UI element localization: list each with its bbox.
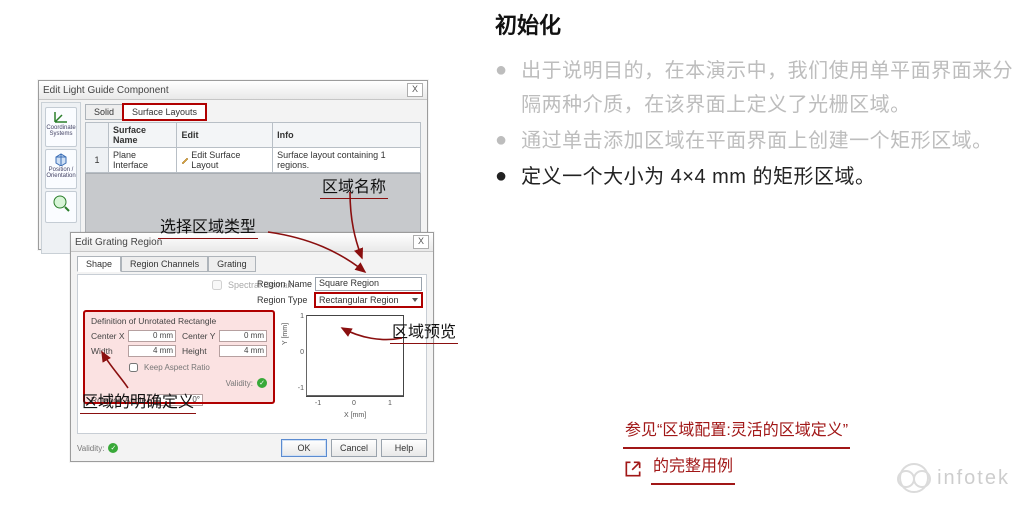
tab-solid[interactable]: Solid xyxy=(85,104,123,120)
article: 初始化 ● 出于说明目的，在本演示中，我们使用单平面界面来分隔两种介质，在该界面… xyxy=(495,8,1015,196)
dlg1-tabs: Solid Surface Layouts xyxy=(85,104,206,120)
ytick-n1: -1 xyxy=(290,385,304,392)
region-type-value: Rectangular Region xyxy=(319,295,399,305)
bullet-3-text: 定义一个大小为 4×4 mm 的矩形区域。 xyxy=(521,160,875,194)
col-surface-name[interactable]: Surface Name xyxy=(109,123,177,148)
callout-explicit-definition: 区域的明确定义 xyxy=(80,388,196,412)
tab-shape[interactable]: Shape xyxy=(77,256,121,272)
sidebar-coordinate-systems-button[interactable]: Coordinate Systems xyxy=(45,107,77,147)
center-x-label: Center X xyxy=(91,331,125,341)
keep-aspect-input[interactable] xyxy=(129,363,138,372)
watermark: infotek xyxy=(899,463,1010,493)
dlg2-title: Edit Grating Region xyxy=(75,237,162,248)
callout-region-name: 区域名称 xyxy=(320,173,388,197)
bullet-2: ● 通过单击添加区域在平面界面上创建一个矩形区域。 xyxy=(495,124,1015,158)
help-button[interactable]: Help xyxy=(381,439,427,457)
keep-aspect-ratio-checkbox[interactable]: Keep Aspect Ratio xyxy=(125,360,267,375)
sidebar-search-button[interactable] xyxy=(45,191,77,223)
dlg2-validity-label: Validity: xyxy=(77,444,104,453)
region-name-field[interactable]: Square Region xyxy=(315,277,422,291)
preview-xlabel: X [mm] xyxy=(344,412,366,419)
screenshot-composite: Edit Light Guide Component X Coordinate … xyxy=(10,80,480,490)
tab-grating[interactable]: Grating xyxy=(208,256,256,272)
bullet-2-text: 通过单击添加区域在平面界面上创建一个矩形区域。 xyxy=(521,124,993,158)
bullet-dot-icon: ● xyxy=(495,160,507,194)
height-field[interactable]: 4 mm xyxy=(219,345,267,357)
ok-button[interactable]: OK xyxy=(281,439,327,457)
chevron-down-icon xyxy=(412,298,418,302)
cancel-button[interactable]: Cancel xyxy=(331,439,377,457)
bullet-1: ● 出于说明目的，在本演示中，我们使用单平面界面来分隔两种介质，在该界面上定义了… xyxy=(495,54,1015,122)
region-id-form: Region Name Square Region Region Type Re… xyxy=(257,277,422,309)
row-edit-label: Edit Surface Layout xyxy=(191,150,268,170)
row-surface-name: Plane Interface xyxy=(109,148,177,173)
wechat-icon xyxy=(899,463,929,493)
bullet-dot-icon: ● xyxy=(495,124,507,158)
pink-validity-label: Validity: xyxy=(226,379,253,388)
ytick-0: 0 xyxy=(290,349,304,356)
pink-header: Definition of Unrotated Rectangle xyxy=(91,316,267,326)
xtick-0: 0 xyxy=(352,400,356,407)
axes-icon xyxy=(53,110,69,124)
dlg2-validity: Validity: ✓ xyxy=(77,443,118,453)
col-index xyxy=(86,123,109,148)
xtick-1: 1 xyxy=(388,400,392,407)
center-x-field[interactable]: 0 mm xyxy=(128,330,176,342)
keep-aspect-label: Keep Aspect Ratio xyxy=(144,363,210,372)
reference-line1: 参见“区域配置:灵活的区域定义” xyxy=(623,417,850,449)
callout-region-preview: 区域预览 xyxy=(390,318,458,342)
region-type-label: Region Type xyxy=(257,295,315,305)
row-edit-link[interactable]: Edit Surface Layout xyxy=(177,148,273,173)
preview-axes xyxy=(306,315,403,396)
height-label: Height xyxy=(182,346,216,356)
check-ok-icon: ✓ xyxy=(108,443,118,453)
share-icon xyxy=(623,459,643,479)
pencil-icon xyxy=(181,156,189,164)
magnifier-icon xyxy=(52,194,70,212)
article-heading: 初始化 xyxy=(495,8,1015,40)
spectral-domain-input[interactable] xyxy=(212,280,222,290)
preview-ylabel: Y [mm] xyxy=(282,323,289,345)
bullet-1-text: 出于说明目的，在本演示中，我们使用单平面界面来分隔两种介质，在该界面上定义了光栅… xyxy=(521,54,1015,122)
bullet-dot-icon: ● xyxy=(495,54,507,122)
center-y-label: Center Y xyxy=(182,331,216,341)
tab-surface-layouts[interactable]: Surface Layouts xyxy=(123,104,206,120)
xtick-n1: -1 xyxy=(315,400,321,407)
check-ok-icon: ✓ xyxy=(257,378,267,388)
reference-line2: 的完整用例 xyxy=(651,453,735,485)
table-row[interactable]: 1 Plane Interface Edit Surface Layout Su… xyxy=(86,148,421,173)
row-info: Surface layout containing 1 regions. xyxy=(273,148,421,173)
width-field[interactable]: 4 mm xyxy=(128,345,176,357)
dlg1-titlebar[interactable]: Edit Light Guide Component X xyxy=(39,81,427,100)
pink-validity: Validity: ✓ xyxy=(226,378,267,388)
dlg2-tabs: Shape Region Channels Grating xyxy=(77,256,256,272)
col-info[interactable]: Info xyxy=(273,123,421,148)
callout-select-region-type: 选择区域类型 xyxy=(158,213,258,237)
dlg1-close-button[interactable]: X xyxy=(407,83,423,97)
row-idx: 1 xyxy=(86,148,109,173)
dlg1-title: Edit Light Guide Component xyxy=(43,85,169,96)
watermark-text: infotek xyxy=(937,467,1010,490)
sidebar-coord-label: Coordinate Systems xyxy=(46,125,75,137)
ytick-1: 1 xyxy=(290,313,304,320)
region-name-label: Region Name xyxy=(257,279,315,289)
width-label: Width xyxy=(91,346,125,356)
tab-region-channels[interactable]: Region Channels xyxy=(121,256,208,272)
sidebar-position-orientation-button[interactable]: Position / Orientation xyxy=(45,149,77,189)
article-bullets: ● 出于说明目的，在本演示中，我们使用单平面界面来分隔两种介质，在该界面上定义了… xyxy=(495,54,1015,194)
col-edit[interactable]: Edit xyxy=(177,123,273,148)
sidebar-pos-label: Position / Orientation xyxy=(46,167,75,179)
dlg2-close-button[interactable]: X xyxy=(413,235,429,249)
cube-icon xyxy=(53,152,69,166)
center-y-field[interactable]: 0 mm xyxy=(219,330,267,342)
dlg2-bottombar: Validity: ✓ OK Cancel Help xyxy=(77,438,427,458)
region-type-combo[interactable]: Rectangular Region xyxy=(315,293,422,307)
bullet-3: ● 定义一个大小为 4×4 mm 的矩形区域。 xyxy=(495,160,1015,194)
dialog-edit-grating-region: Edit Grating Region X Shape Region Chann… xyxy=(70,232,434,462)
reference-link[interactable]: 参见“区域配置:灵活的区域定义” 的完整用例 xyxy=(623,417,943,485)
